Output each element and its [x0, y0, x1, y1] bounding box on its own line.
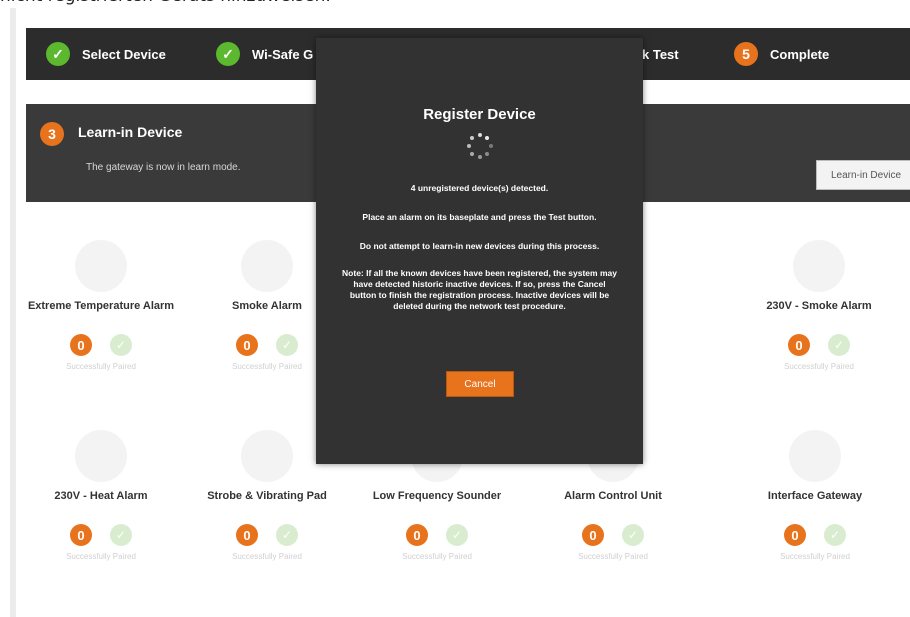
step-complete[interactable]: 5 Complete: [734, 28, 829, 80]
device-name: Low Frequency Sounder: [372, 490, 502, 502]
spinner-dot: [469, 151, 474, 156]
device-tile[interactable]: 230V - Heat Alarm 0 ✓ Successfully Paired: [26, 430, 176, 561]
step-select-device[interactable]: ✓ Select Device: [46, 28, 166, 80]
register-device-modal: Register Device 4 unregistered device(s)…: [316, 38, 643, 464]
pairing-status: Successfully Paired: [402, 552, 472, 561]
pairing-status: Successfully Paired: [578, 552, 648, 561]
check-circle-icon: ✓: [110, 524, 132, 546]
instruction-text: Place an alarm on its baseplate and pres…: [362, 212, 597, 222]
smoke-alarm-icon: [241, 240, 293, 292]
check-circle-icon: ✓: [446, 524, 468, 546]
step-label: Wi-Safe G: [252, 46, 314, 62]
spinner-dot: [466, 144, 471, 148]
check-circle-icon: ✓: [824, 524, 846, 546]
device-name: 230V - Smoke Alarm: [766, 300, 872, 312]
pairing-status: Successfully Paired: [66, 362, 136, 371]
device-name: 230V - Heat Alarm: [54, 490, 148, 502]
wizard-panel: ✓ Select Device ✓ Wi-Safe G k Test 5 Com…: [16, 8, 910, 617]
step-label: Select Device: [82, 46, 166, 62]
section-title: Learn-in Device: [78, 124, 183, 140]
step-label: k Test: [642, 46, 679, 62]
device-tile[interactable]: 230V - Smoke Alarm 0 ✓ Successfully Paired: [744, 240, 894, 371]
note-text: Note: If all the known devices have been…: [342, 268, 617, 311]
heat-alarm-icon: [75, 430, 127, 482]
section-description: The gateway is now in learn mode.: [86, 162, 241, 173]
detected-count: 4 unregistered device(s) detected.: [410, 183, 549, 193]
step-number-badge: 5: [734, 42, 758, 66]
gateway-icon: [789, 430, 841, 482]
spinner-dot: [485, 151, 490, 156]
check-circle-icon: ✓: [622, 524, 644, 546]
pairing-status: Successfully Paired: [780, 552, 850, 561]
app-window: ✓ Select Device ✓ Wi-Safe G k Test 5 Com…: [10, 8, 910, 617]
device-name: Alarm Control Unit: [564, 490, 662, 502]
smoke-alarm-icon: [793, 240, 845, 292]
checkmark-icon: ✓: [46, 42, 70, 66]
thermometer-icon: [75, 240, 127, 292]
unregistered-count-badge: 0: [70, 334, 92, 356]
device-tile[interactable]: Extreme Temperature Alarm 0 ✓ Successfully …: [26, 240, 176, 371]
modal-title: Register Device: [423, 106, 536, 123]
device-tile[interactable]: Interface Gateway 0 ✓ Successfully Paired: [740, 430, 890, 561]
check-circle-icon: ✓: [276, 524, 298, 546]
pairing-status: Successfully Paired: [66, 552, 136, 561]
check-circle-icon: ✓: [828, 334, 850, 356]
unregistered-count-badge: 0: [70, 524, 92, 546]
spinner-dot: [469, 136, 474, 141]
check-circle-icon: ✓: [276, 334, 298, 356]
device-name: Interface Gateway: [767, 490, 863, 502]
pairing-status: Successfully Paired: [232, 552, 302, 561]
strobe-pad-icon: [241, 430, 293, 482]
step-label: Complete: [770, 46, 830, 62]
step-number-badge: 3: [40, 122, 64, 146]
pairing-status: Successfully Paired: [784, 362, 854, 371]
unregistered-count-badge: 0: [236, 334, 258, 356]
device-name: Strobe & Vibrating Pad: [207, 490, 327, 502]
unregistered-count-badge: 0: [406, 524, 428, 546]
unregistered-count-badge: 0: [582, 524, 604, 546]
unregistered-count-badge: 0: [236, 524, 258, 546]
loading-spinner-icon: [465, 131, 495, 161]
unregistered-count-badge: 0: [784, 524, 806, 546]
step-wifi-gateway[interactable]: ✓ Wi-Safe G: [216, 28, 313, 80]
learn-in-device-button[interactable]: Learn-in Device: [816, 160, 910, 190]
spinner-dot: [485, 136, 490, 141]
check-circle-icon: ✓: [110, 334, 132, 356]
spinner-dot: [488, 144, 493, 148]
unregistered-count-badge: 0: [788, 334, 810, 356]
cancel-button[interactable]: Cancel: [446, 371, 514, 397]
checkmark-icon: ✓: [216, 42, 240, 66]
spinner-dot: [477, 155, 482, 159]
warning-text: Do not attempt to learn-in new devices d…: [359, 241, 600, 251]
spinner-dot: [477, 133, 482, 137]
device-name: Extreme Temperature Alarm: [27, 300, 175, 312]
